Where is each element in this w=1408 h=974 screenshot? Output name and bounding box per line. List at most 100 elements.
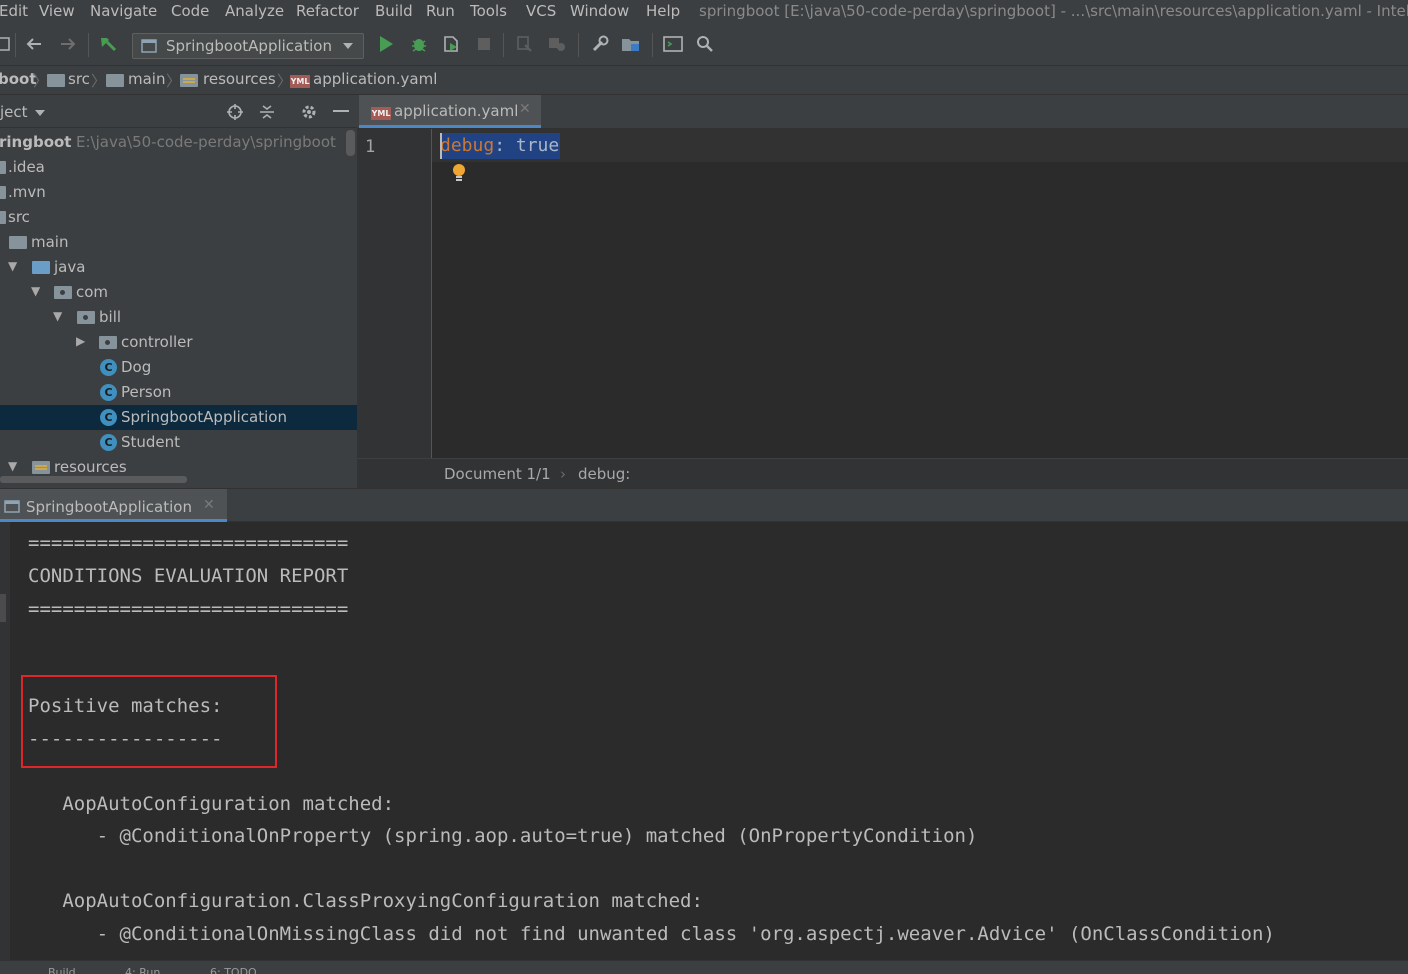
- editor-tab-application-yaml[interactable]: YML application.yaml ✕: [359, 95, 541, 128]
- update-running-app-icon[interactable]: [547, 34, 567, 54]
- menu-edit[interactable]: Edit: [0, 2, 28, 20]
- expand-arrow-icon[interactable]: ▼: [31, 284, 40, 298]
- tree-item-main[interactable]: main: [0, 230, 357, 255]
- build-hammer-icon[interactable]: [98, 34, 118, 54]
- console-gutter-marker: [0, 594, 6, 622]
- line-number: 1: [365, 137, 376, 157]
- menu-window[interactable]: Window: [570, 2, 629, 20]
- breadcrumb-separator: 〉: [33, 72, 49, 90]
- yaml-value: true: [505, 135, 560, 156]
- chevron-down-icon[interactable]: [35, 110, 45, 117]
- code-editor[interactable]: debug: true: [432, 129, 1408, 458]
- menu-navigate[interactable]: Navigate: [90, 2, 157, 20]
- breadcrumb-item-src[interactable]: src: [68, 70, 90, 88]
- tool-window-build[interactable]: Build: [48, 966, 76, 974]
- attach-debugger-icon[interactable]: [515, 34, 535, 54]
- collapse-all-icon[interactable]: [257, 102, 277, 122]
- collapsed-arrow-icon[interactable]: ▶: [76, 334, 85, 348]
- expand-arrow-icon[interactable]: ▼: [53, 309, 62, 323]
- tree-item-person[interactable]: C Person: [0, 380, 357, 405]
- breadcrumb-item-file[interactable]: application.yaml: [313, 70, 437, 88]
- package-icon: [54, 286, 72, 299]
- tree-item-label: .mvn: [8, 183, 46, 201]
- editor-gutter: 1: [357, 129, 432, 458]
- lightbulb-icon[interactable]: [451, 163, 467, 183]
- tree-item-label: Student: [121, 433, 181, 451]
- project-vertical-scrollbar[interactable]: [346, 130, 355, 156]
- breadcrumb-item-resources[interactable]: resources: [203, 70, 276, 88]
- source-folder-icon: [32, 261, 50, 274]
- yaml-file-icon: YML: [290, 75, 310, 88]
- menu-analyze[interactable]: Analyze: [225, 2, 284, 20]
- menu-code[interactable]: Code: [171, 2, 209, 20]
- tree-item-mvn[interactable]: .mvn: [0, 180, 357, 205]
- current-line-highlight: [432, 129, 1408, 162]
- project-structure-icon[interactable]: [621, 34, 641, 54]
- debug-icon[interactable]: [409, 34, 429, 54]
- run-tab-springbootapplication[interactable]: SpringbootApplication ✕: [0, 489, 227, 522]
- folder-icon: [106, 74, 124, 87]
- resources-folder-icon: [32, 461, 50, 474]
- project-path: E:\java\50-code-perday\springboot: [76, 133, 336, 151]
- bottom-tool-strip: Build 4: Run 6: TODO: [0, 960, 1408, 974]
- expand-arrow-icon[interactable]: ▼: [8, 459, 17, 473]
- tool-window-todo[interactable]: 6: TODO: [210, 966, 257, 974]
- menu-build[interactable]: Build: [375, 2, 413, 20]
- breadcrumb-item-main[interactable]: main: [128, 70, 165, 88]
- console-line: ============================: [28, 532, 349, 554]
- run-coverage-icon[interactable]: [441, 34, 461, 54]
- expand-arrow-icon[interactable]: ▼: [8, 259, 17, 273]
- close-icon[interactable]: ✕: [519, 101, 531, 117]
- settings-wrench-icon[interactable]: [590, 34, 610, 54]
- tree-item-bill[interactable]: ▼ bill: [0, 305, 357, 330]
- close-icon[interactable]: ✕: [203, 497, 215, 513]
- tree-item-label: Dog: [121, 358, 152, 376]
- tree-item-src[interactable]: src: [0, 205, 357, 230]
- document-indicator[interactable]: Document 1/1: [444, 465, 551, 483]
- menu-tools[interactable]: Tools: [470, 2, 507, 20]
- tree-item-label: controller: [121, 333, 193, 351]
- gear-icon[interactable]: [299, 102, 319, 122]
- tree-item-springbootapplication[interactable]: C SpringbootApplication: [0, 405, 357, 430]
- tree-item-controller[interactable]: ▶ controller: [0, 330, 357, 355]
- run-icon[interactable]: [376, 34, 396, 54]
- tree-item-dog[interactable]: C Dog: [0, 355, 357, 380]
- class-icon: C: [100, 434, 117, 451]
- menu-run[interactable]: Run: [426, 2, 455, 20]
- project-view-selector[interactable]: ject: [0, 103, 28, 121]
- forward-arrow-icon[interactable]: [58, 34, 78, 54]
- project-panel-header: ject: [0, 95, 357, 128]
- folder-icon: [47, 74, 65, 87]
- back-arrow-icon[interactable]: [24, 34, 44, 54]
- menu-view[interactable]: View: [39, 2, 75, 20]
- tree-item-java[interactable]: ▼ java: [0, 255, 357, 280]
- hide-panel-icon[interactable]: [331, 102, 351, 122]
- stop-icon[interactable]: [474, 34, 494, 54]
- console-line: - @ConditionalOnMissingClass did not fin…: [28, 923, 1275, 945]
- search-icon[interactable]: [695, 34, 715, 54]
- class-icon: C: [100, 384, 117, 401]
- tree-item-project-root[interactable]: ringboot E:\java\50-code-perday\springbo…: [0, 130, 357, 155]
- tree-item-label: com: [76, 283, 109, 301]
- terminal-icon[interactable]: [663, 34, 683, 54]
- console-line: Positive matches:: [28, 695, 223, 717]
- menu-refactor[interactable]: Refactor: [296, 2, 359, 20]
- breadcrumb-item-project[interactable]: boot: [0, 70, 37, 88]
- folder-icon: [9, 236, 27, 249]
- locate-target-icon[interactable]: [225, 102, 245, 122]
- menu-help[interactable]: Help: [646, 2, 680, 20]
- code-line[interactable]: debug: true: [440, 133, 561, 159]
- save-all-icon[interactable]: [0, 34, 14, 54]
- tree-item-idea[interactable]: .idea: [0, 155, 357, 180]
- tree-item-com[interactable]: ▼ com: [0, 280, 357, 305]
- resources-folder-icon: [180, 74, 198, 87]
- tool-window-run[interactable]: 4: Run: [125, 966, 160, 974]
- tree-item-label: Person: [121, 383, 172, 401]
- project-horizontal-scrollbar[interactable]: [0, 476, 187, 483]
- tree-item-student[interactable]: C Student: [0, 430, 357, 455]
- main-toolbar: SpringbootApplication: [0, 24, 1408, 66]
- run-configuration-select[interactable]: SpringbootApplication: [132, 33, 364, 59]
- menu-vcs[interactable]: VCS: [526, 2, 556, 20]
- run-console-output[interactable]: ============================ CONDITIONS …: [0, 522, 1408, 960]
- yaml-path-indicator[interactable]: debug:: [578, 465, 630, 483]
